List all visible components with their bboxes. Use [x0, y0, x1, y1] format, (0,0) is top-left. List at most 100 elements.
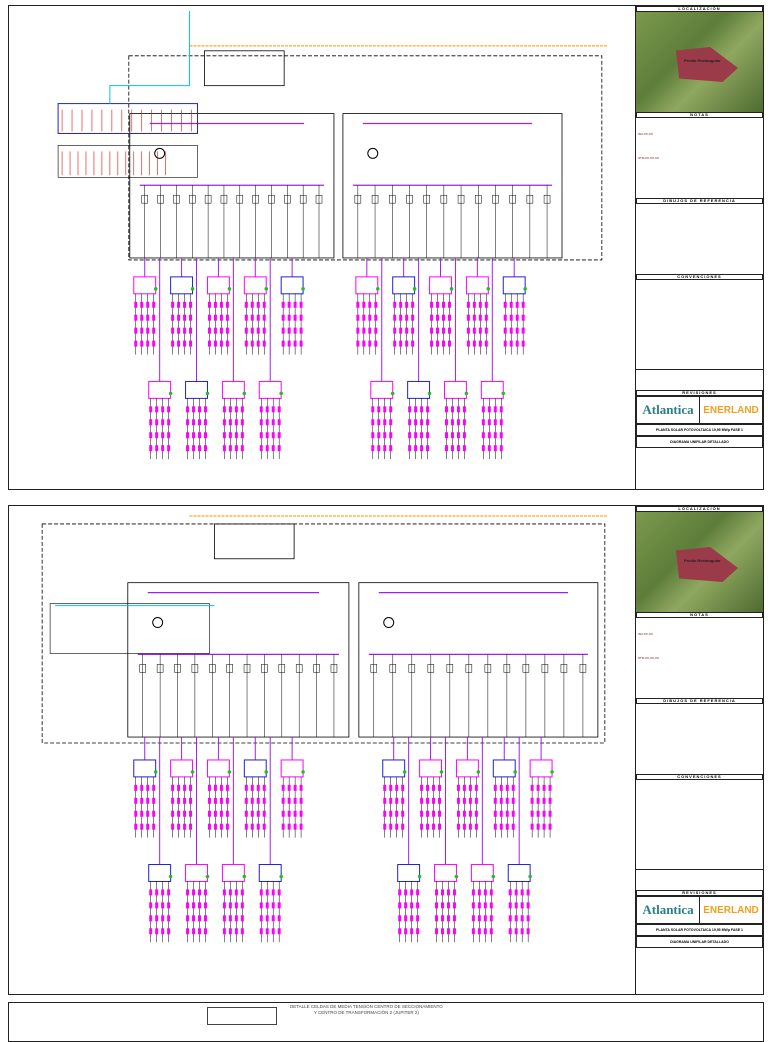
string-fuse	[471, 889, 475, 896]
string-fuse	[420, 797, 424, 804]
string-fuse	[526, 915, 530, 922]
string-fuse	[287, 823, 291, 830]
string-fuse	[259, 406, 263, 413]
string-fuse	[161, 419, 165, 426]
string-fuse	[452, 928, 456, 935]
inverter-box	[355, 276, 379, 295]
string-fuse	[398, 928, 402, 935]
contractor-logo: ENERLAND	[703, 904, 759, 916]
string-fuse	[250, 301, 254, 308]
string-fuse	[222, 928, 226, 935]
string-fuse	[161, 889, 165, 896]
string-fuse	[456, 406, 460, 413]
string-fuse	[530, 810, 534, 817]
string-fuse	[250, 314, 254, 321]
string-fuse	[207, 823, 211, 830]
string-fuse	[420, 784, 424, 791]
string-fuse	[207, 340, 211, 347]
string-fuse	[356, 314, 360, 321]
string-fuse	[441, 928, 444, 935]
string-fuse	[447, 340, 451, 347]
string-fuse	[499, 784, 503, 791]
string-fuse	[161, 902, 165, 909]
string-fuse	[250, 784, 254, 791]
string-fuse	[450, 419, 454, 426]
string-fuse	[398, 889, 402, 896]
inverter-box	[443, 380, 467, 399]
string-fuse	[265, 432, 269, 439]
notes-body: INV-XX-XX STR-XX-XX-XX	[636, 618, 763, 698]
string-fuse	[416, 902, 420, 909]
string-fuse	[462, 419, 466, 426]
string-fuse	[299, 314, 303, 321]
ground-symbol	[205, 391, 210, 396]
inverter-box	[258, 864, 282, 882]
string-fuse	[521, 314, 525, 321]
string-fuse	[404, 889, 408, 896]
string-fuse	[192, 889, 196, 896]
string-fuse	[183, 314, 187, 321]
string-fuse	[228, 928, 232, 935]
string-fuse	[456, 419, 460, 426]
string-fuse	[228, 419, 232, 426]
string-fuse	[177, 784, 181, 791]
string-fuse	[514, 889, 518, 896]
inverter-box	[492, 759, 516, 778]
string-fuse	[262, 327, 266, 334]
string-fuse	[259, 432, 263, 439]
string-fuse	[219, 327, 223, 334]
ground-symbol	[375, 287, 380, 291]
string-fuse	[222, 406, 226, 413]
string-fuse	[484, 314, 488, 321]
string-fuse	[259, 928, 263, 935]
string-fuse	[293, 810, 297, 817]
string-fuse	[468, 810, 472, 817]
string-fuse	[368, 327, 372, 334]
string-fuse	[401, 784, 405, 791]
string-fuse	[420, 419, 424, 426]
string-fuse	[368, 301, 372, 308]
string-fuse	[161, 445, 165, 452]
string-fuse	[542, 797, 546, 804]
string-fuse	[167, 419, 171, 426]
string-fuse	[271, 889, 275, 896]
string-fuse	[503, 340, 507, 347]
string-fuse	[277, 419, 281, 426]
inverter-box	[407, 380, 431, 399]
string-fuse	[155, 445, 159, 452]
string-fuse	[389, 797, 393, 804]
ground-symbol	[523, 287, 527, 291]
string-fuse	[462, 797, 466, 804]
ground-symbol	[301, 770, 305, 774]
string-fuse	[186, 445, 190, 452]
string-fuse	[499, 419, 503, 426]
string-fuse	[265, 406, 269, 413]
inverter-box	[429, 276, 452, 295]
substation-boundary	[41, 523, 606, 744]
string-fuse	[167, 902, 171, 909]
inverter-box	[185, 864, 208, 882]
string-fuse	[203, 432, 207, 439]
string-fuse	[149, 432, 153, 439]
string-fuse	[186, 419, 190, 426]
string-fuse	[414, 445, 418, 452]
ground-symbol	[427, 391, 432, 396]
string-fuse	[509, 314, 513, 321]
ground-symbol	[449, 287, 454, 291]
string-fuse	[299, 340, 303, 347]
string-fuse	[189, 327, 193, 334]
string-fuse	[256, 327, 260, 334]
string-fuse	[404, 928, 408, 935]
string-fuse	[446, 928, 450, 935]
string-fuse	[167, 889, 171, 896]
string-fuse	[152, 314, 156, 321]
string-fuse	[411, 327, 415, 334]
string-fuse	[203, 928, 207, 935]
string-fuse	[398, 915, 402, 922]
string-fuse	[499, 432, 503, 439]
title-block-1: LOCALIZACIÓN Predio Rectangular NOTAS IN…	[635, 6, 763, 489]
string-fuse	[240, 445, 244, 452]
string-fuse	[411, 340, 415, 347]
inverter-box	[133, 276, 157, 295]
string-fuse	[478, 340, 482, 347]
